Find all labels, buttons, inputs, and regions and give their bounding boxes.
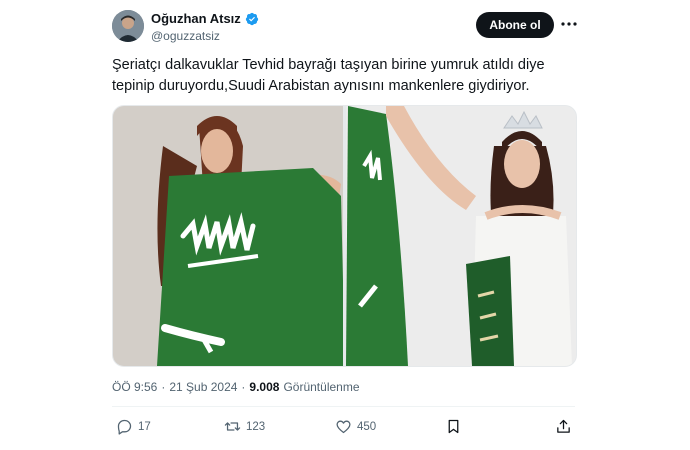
retweet-count: 123 [246,420,266,433]
tweet-date[interactable]: 21 Şub 2024 [169,380,237,394]
views-label: Görüntülenme [283,380,360,394]
tweet-time[interactable]: ÖÖ 9:56 [112,380,157,394]
follow-button[interactable]: Abone ol [476,12,554,38]
media-photo-right[interactable] [346,106,576,366]
reply-icon [117,419,132,435]
reply-button[interactable]: 17 [116,418,151,435]
like-button[interactable]: 450 [335,418,376,435]
more-horizontal-icon[interactable] [560,15,578,33]
like-count: 450 [357,420,377,433]
author-display-name[interactable]: Oğuzhan Atsız [151,11,241,26]
action-bar: 17 123 450 [112,418,578,440]
author-name-row[interactable]: Oğuzhan Atsız [151,11,259,26]
media-photo-left[interactable] [113,106,345,366]
tweet-text: Şeriatçı dalkavuklar Tevhid bayrağı taşı… [112,57,545,94]
retweet-icon [224,422,241,431]
share-icon [557,419,570,433]
verified-badge-icon [245,12,259,26]
bookmark-icon [448,419,459,434]
tweet-media[interactable] [112,105,577,367]
retweet-button[interactable]: 123 [224,418,265,435]
views-count: 9.008 [249,380,280,394]
divider [112,406,575,407]
tweet-meta: ÖÖ 9:56 · 21 Şub 2024 · 9.008 Görüntülen… [112,380,360,394]
share-button[interactable] [555,418,572,435]
meta-separator: · [161,380,166,394]
tweet-card: Oğuzhan Atsız @oguzzatsiz Abone ol Şeria… [0,0,690,450]
reply-count: 17 [138,420,151,433]
avatar[interactable] [112,10,144,42]
bookmark-button[interactable] [445,418,462,435]
meta-separator: · [241,380,246,394]
like-icon [336,420,351,434]
author-handle[interactable]: @oguzzatsiz [151,29,220,43]
